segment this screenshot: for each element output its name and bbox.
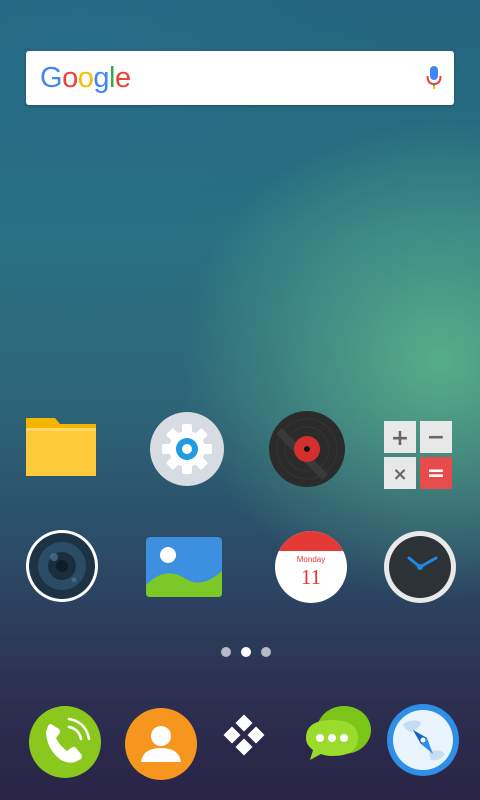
phone-app[interactable]: [25, 702, 105, 782]
messages-app[interactable]: [296, 696, 376, 776]
page-dot-3[interactable]: [261, 647, 271, 657]
clock-icon: [384, 531, 456, 603]
gallery-app[interactable]: [144, 527, 224, 607]
messages-icon: [306, 706, 371, 760]
picture-icon: [146, 537, 222, 597]
compass-icon: [387, 704, 459, 776]
settings-app[interactable]: [147, 409, 227, 489]
logo-letter-4: g: [93, 62, 109, 94]
logo-letter-1: G: [40, 62, 63, 94]
logo-letter-3: o: [77, 62, 94, 94]
calc-plus: +: [391, 426, 409, 451]
google-logo: Google: [40, 61, 131, 95]
logo-letter-2: o: [62, 62, 78, 94]
mic-icon[interactable]: [426, 66, 442, 92]
music-app[interactable]: [267, 409, 347, 489]
calc-times: ×: [392, 464, 407, 485]
page-indicator: [221, 647, 271, 657]
calc-equals: =: [427, 461, 445, 486]
gear-icon: [150, 412, 224, 486]
contacts-app[interactable]: [121, 704, 201, 784]
calculator-app[interactable]: + − × =: [382, 417, 462, 497]
app-drawer-button[interactable]: [206, 697, 286, 777]
calendar-day: 11: [301, 565, 321, 589]
vinyl-record-icon: [269, 411, 345, 487]
calendar-weekday: Monday: [297, 555, 325, 564]
camera-app[interactable]: [22, 526, 102, 606]
page-dot-1[interactable]: [221, 647, 231, 657]
page-dot-2[interactable]: [241, 647, 251, 657]
folder-icon: [26, 418, 96, 476]
files-app[interactable]: [21, 406, 101, 486]
camera-lens-icon: [26, 530, 98, 602]
calendar-app[interactable]: Monday 11: [271, 527, 351, 607]
phone-icon: [29, 706, 101, 778]
google-search-bar[interactable]: Google: [26, 51, 454, 105]
calendar-icon: Monday 11: [275, 531, 347, 603]
calculator-icon: + − × =: [384, 421, 452, 489]
browser-app[interactable]: [383, 700, 463, 780]
logo-letter-6: e: [114, 62, 131, 94]
contacts-icon: [125, 708, 197, 780]
clock-app[interactable]: [380, 527, 460, 607]
app-drawer-icon: [223, 714, 265, 756]
calc-minus: −: [427, 425, 445, 450]
